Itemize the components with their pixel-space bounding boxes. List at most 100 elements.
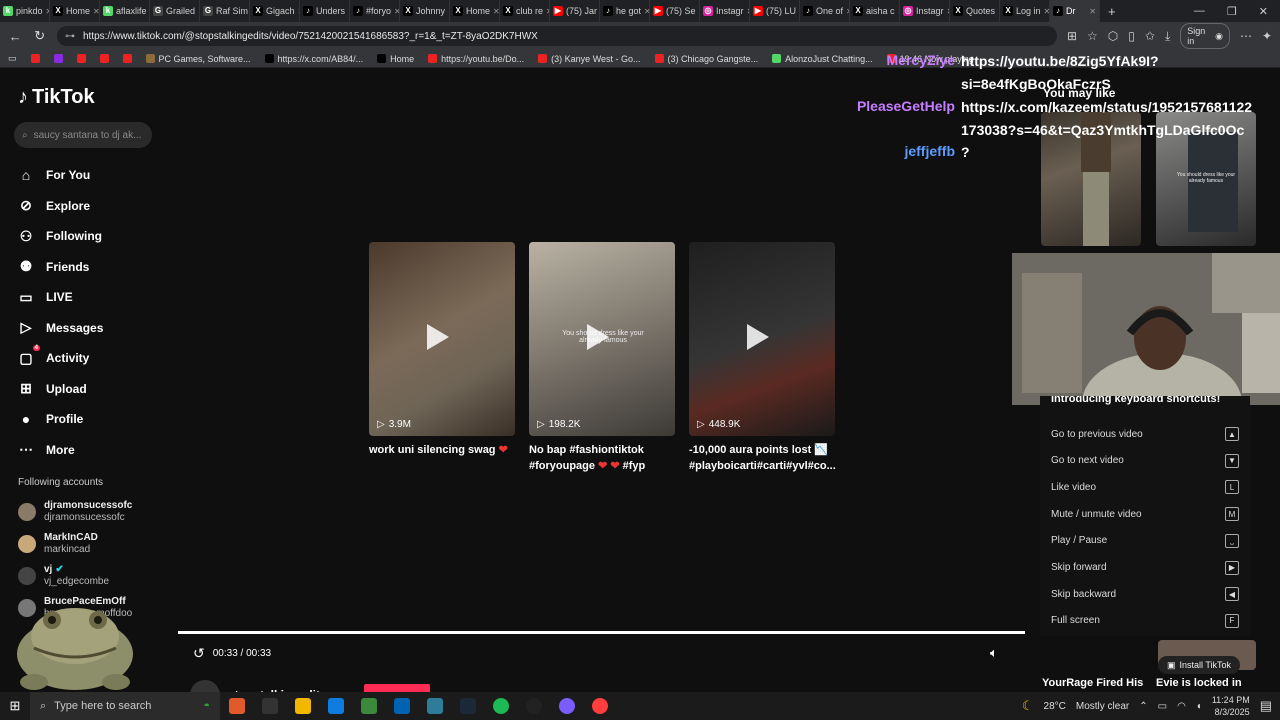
replay-icon[interactable]: ↺ <box>193 645 205 662</box>
bookmark-item[interactable] <box>30 54 40 63</box>
browser-tab[interactable]: ♪One of✕ <box>800 0 850 22</box>
photos-icon[interactable] <box>451 692 484 720</box>
browser-tab[interactable]: XQuotes✕ <box>950 0 1000 22</box>
bookmark-item[interactable] <box>99 54 109 63</box>
site-info-icon[interactable]: ⊶ <box>65 31 75 42</box>
browser-tab[interactable]: X Home ✕ <box>450 0 500 22</box>
sidebar-item-live[interactable]: ▭ LIVE <box>18 282 168 313</box>
video-card[interactable]: ▷ 448.9K <box>689 242 835 436</box>
tab-close-icon[interactable]: ✕ <box>1089 7 1096 16</box>
tiktok-logo[interactable]: ♪ TikTok <box>18 86 95 109</box>
browser-tab[interactable]: ▶(75) LU✕ <box>750 0 800 22</box>
browser-tab[interactable]: Xclub re✕ <box>500 0 550 22</box>
browser-tab[interactable]: kaflaxlife✕ <box>100 0 150 22</box>
video-card[interactable]: ▷ 3.9M <box>369 242 515 436</box>
browser-tab[interactable]: ◎Instagr✕ <box>900 0 950 22</box>
sidebar-item-more[interactable]: ⋯ More <box>18 435 168 466</box>
install-tiktok-button[interactable]: ▣ Install TikTok <box>1158 656 1240 674</box>
following-account[interactable]: vj ✔ vj_edgecombe <box>18 560 132 592</box>
network-icon[interactable]: ▭ <box>1158 701 1167 712</box>
sidebar-item-explore[interactable]: ⊘ Explore <box>18 191 168 222</box>
spotify-icon[interactable] <box>517 692 550 720</box>
bookmark-item[interactable]: (3) Chicago Gangste... <box>654 54 758 64</box>
chrome-icon[interactable] <box>352 692 385 720</box>
video-progress-bar[interactable] <box>178 631 1025 634</box>
copilot-icon[interactable]: ✦ <box>1262 29 1272 43</box>
bookmark-item[interactable]: Home <box>377 54 414 64</box>
tab-list-icon[interactable]: ▭ <box>8 53 17 64</box>
video-caption[interactable]: work uni silencing swag ❤ <box>369 442 519 458</box>
minimize-icon[interactable]: — <box>1194 5 1205 18</box>
browser-tab[interactable]: ♪#foryo✕ <box>350 0 400 22</box>
bookmark-item[interactable] <box>76 54 86 63</box>
browser-tab[interactable]: X Home ✕ <box>50 0 100 22</box>
browser-tab[interactable]: ▶(75) Jar✕ <box>550 0 600 22</box>
bookmark-item[interactable] <box>122 54 132 63</box>
browser-tab[interactable]: GGrailed✕ <box>150 0 200 22</box>
store-icon[interactable] <box>253 692 286 720</box>
search-input[interactable]: ⌕ saucy santana to dj ak... <box>14 122 152 148</box>
steam-icon[interactable] <box>484 692 517 720</box>
bookmark-item[interactable]: https://x.com/AB84/... <box>264 54 363 64</box>
bookmark-item[interactable]: PC Games, Software... <box>145 54 251 64</box>
notifications-icon[interactable]: ▤ <box>1260 698 1272 714</box>
tab-close-icon[interactable]: ✕ <box>93 7 99 16</box>
wifi-icon[interactable]: ◠ <box>1177 701 1186 712</box>
browser-tab[interactable]: ▶(75) Se✕ <box>650 0 700 22</box>
download-icon[interactable]: ⤓ <box>1165 29 1170 44</box>
following-account[interactable]: djramonsucessofc djramonsucessofc <box>18 496 132 528</box>
browser-tab[interactable]: ◎Instagr✕ <box>700 0 750 22</box>
sidebar-item-messages[interactable]: ▷ Messages <box>18 313 168 344</box>
bookmark-item[interactable] <box>53 54 63 63</box>
browser-tab[interactable]: ♪ Dr ✕ <box>1050 0 1100 22</box>
discord-icon[interactable] <box>583 692 616 720</box>
taskbar-search-input[interactable]: ⌕ Type here to search ◓ <box>30 692 220 720</box>
browser-tab[interactable]: GRaf Sim✕ <box>200 0 250 22</box>
browser-tab[interactable]: Xaisha c✕ <box>850 0 900 22</box>
bookmark-star-icon[interactable]: ☆ <box>1087 29 1098 43</box>
maximize-icon[interactable]: ❐ <box>1227 5 1237 18</box>
close-window-icon[interactable]: ✕ <box>1259 5 1268 18</box>
browser-tab[interactable]: ♪he got✕ <box>600 0 650 22</box>
browser-tab[interactable]: kpinkdo✕ <box>0 0 50 22</box>
folder-icon[interactable] <box>385 692 418 720</box>
weather-icon[interactable]: ☾ <box>1022 698 1034 714</box>
tray-chevron-icon[interactable]: ⌃ <box>1139 701 1147 712</box>
browser-tab[interactable]: XJohnny✕ <box>400 0 450 22</box>
sidebar-item-profile[interactable]: ● Profile <box>18 404 168 435</box>
sidebar-item-following[interactable]: ⚇ Following <box>18 221 168 252</box>
bookmark-item[interactable]: AlonzoJust Chatting... <box>772 54 873 64</box>
video-caption[interactable]: No bap #fashiontiktok #foryoupage ❤ ❤ #f… <box>529 442 679 474</box>
speaker-icon[interactable]: ◖ <box>1196 701 1202 712</box>
tab-close-icon[interactable]: ✕ <box>493 7 499 16</box>
sidebar-item-friends[interactable]: ⚉ Friends <box>18 252 168 283</box>
reload-icon[interactable]: ↻ <box>32 28 46 44</box>
sidebar-item-upload[interactable]: ⊞ Upload <box>18 374 168 405</box>
browser-tab[interactable]: X Log in ✕ <box>1000 0 1050 22</box>
volume-icon[interactable]: 🔈︎ <box>990 645 998 661</box>
windows-start-icon[interactable]: ⊞ <box>0 698 30 714</box>
video-card[interactable]: You should dress like your already famou… <box>529 242 675 436</box>
clock[interactable]: 11:24 PM 8/3/2025 <box>1212 694 1250 718</box>
sidebar-item-for-you[interactable]: ⌂ For You <box>18 160 168 191</box>
sign-in-button[interactable]: Sign in ◉ <box>1180 23 1230 49</box>
extensions-icon[interactable]: ⬡ <box>1108 29 1118 43</box>
url-bar[interactable]: ⊶ https://www.tiktok.com/@stopstalkinged… <box>56 26 1057 46</box>
browser-tab[interactable]: ♪Unders✕ <box>300 0 350 22</box>
browser-tab[interactable]: XGigach✕ <box>250 0 300 22</box>
sidebar-item-activity[interactable]: ▢ 4 Activity <box>18 343 168 374</box>
file-explorer-icon[interactable] <box>286 692 319 720</box>
back-icon[interactable]: ← <box>8 29 22 44</box>
new-tab-icon[interactable]: + <box>1100 4 1124 19</box>
translate-icon[interactable]: ⊞ <box>1067 29 1077 43</box>
menu-icon[interactable]: ⋯ <box>1240 29 1252 43</box>
video-caption[interactable]: -10,000 aura points lost 📉 #playboicarti… <box>689 442 839 474</box>
app-icon[interactable] <box>550 692 583 720</box>
bookmark-item[interactable]: https://youtu.be/Do... <box>428 54 524 64</box>
favorites-icon[interactable]: ✩ <box>1145 29 1155 43</box>
bookmark-item[interactable]: (3) Kanye West - Go... <box>538 54 641 64</box>
task-view-icon[interactable] <box>220 692 253 720</box>
outlook-icon[interactable] <box>418 692 451 720</box>
edge-icon[interactable] <box>319 692 352 720</box>
split-screen-icon[interactable]: ▯ <box>1128 29 1135 43</box>
